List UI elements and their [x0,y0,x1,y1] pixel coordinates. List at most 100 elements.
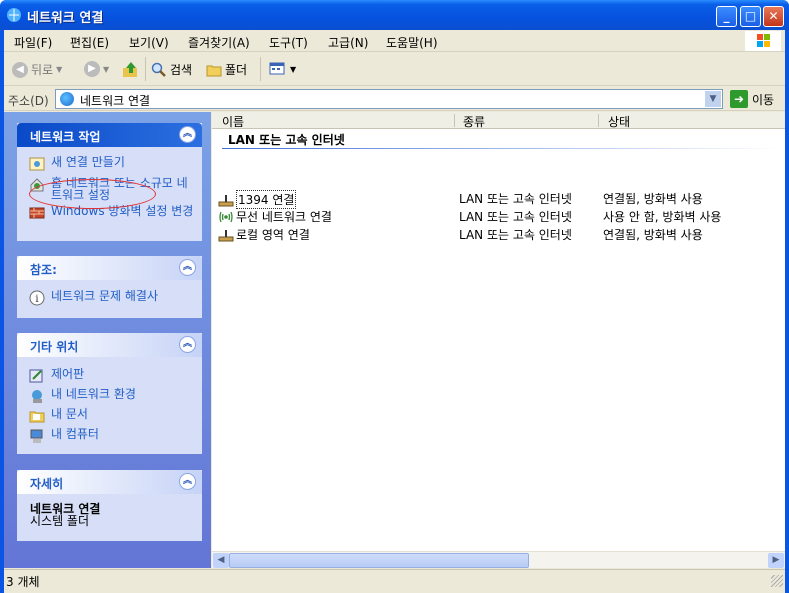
menu-file[interactable]: 파일(F) [14,34,52,51]
task-home-network-setup[interactable]: 홈 네트워크 또는 소규모 네트워크 설정 [29,177,196,201]
forward-button[interactable]: ▶ ▼ [84,61,109,77]
details-panel: 자세히 ︽ 네트워크 연결 시스템 폴더 [17,470,202,541]
task-label: 네트워크 문제 해결사 [51,289,158,303]
task-label: 내 컴퓨터 [51,427,99,441]
chevron-down-icon: ▼ [56,65,63,74]
address-input[interactable]: 네트워크 연결 ▼ [55,89,723,109]
connection-status: 연결됨, 방화벽 사용 [603,228,703,242]
task-label: 홈 네트워크 또는 소규모 네트워크 설정 [51,176,188,202]
other-places-panel: 기타 위치 ︽ 제어판 내 네트워크 환경 내 문서 내 컴퓨터 [17,333,202,454]
address-dropdown-button[interactable]: ▼ [705,91,721,107]
network-connections-icon [7,8,21,22]
forward-arrow-icon: ▶ [84,61,100,77]
resize-grip-icon[interactable] [771,575,783,587]
see-also-panel: 참조: ︽ i 네트워크 문제 해결사 [17,256,202,318]
home-network-icon [30,178,44,192]
go-label: 이동 [752,92,775,107]
menu-tools[interactable]: 도구(T) [269,34,308,51]
collapse-icon[interactable]: ︽ [179,126,196,143]
lan-connection-icon [218,194,234,206]
network-tasks-panel: 네트워크 작업 ︽ 새 연결 만들기 홈 네트워크 또는 소규모 네트워크 설정… [17,123,202,241]
network-globe-icon [60,92,74,106]
details-title: 자세히 [30,477,64,491]
task-label: 내 네트워크 환경 [51,387,136,401]
status-text: 3 개체 [6,575,40,589]
task-pane: 네트워크 작업 ︽ 새 연결 만들기 홈 네트워크 또는 소규모 네트워크 설정… [4,112,211,568]
minimize-button[interactable]: _ [716,6,737,27]
task-network-troubleshooter[interactable]: i 네트워크 문제 해결사 [29,290,196,306]
title-bar[interactable]: 네트워크 연결 _ □ ✕ [0,0,789,30]
column-divider[interactable] [598,114,599,127]
column-type[interactable]: 종류 [463,113,485,130]
menu-help[interactable]: 도움말(H) [386,34,438,51]
place-my-documents[interactable]: 내 문서 [29,408,196,424]
toolbar: ◀ 뒤로 ▼ ▶ ▼ 검색 폴더 ▼ [4,53,785,86]
views-button[interactable]: ▼ [269,61,296,77]
connection-name: 로컬 영역 연결 [236,228,310,242]
place-my-computer[interactable]: 내 컴퓨터 [29,428,196,444]
toolbar-separator [260,57,261,81]
task-firewall-settings[interactable]: Windows 방화벽 설정 변경 [29,205,196,221]
scroll-right-arrow-icon[interactable]: ▶ [768,553,784,568]
table-row[interactable]: 무선 네트워크 연결 LAN 또는 고속 인터넷 사용 안 함, 방화벽 사용 [212,207,785,225]
menu-advanced[interactable]: 고급(N) [328,34,368,51]
wireless-connection-icon [219,211,233,222]
explorer-window: 네트워크 연결 _ □ ✕ 파일(F) 편집(E) 보기(V) 즐겨찾기(A) … [0,0,789,593]
control-panel-icon [29,369,43,383]
details-header[interactable]: 자세히 ︽ [17,470,202,494]
folders-label: 폴더 [225,63,248,77]
firewall-icon [29,207,45,219]
collapse-icon[interactable]: ︽ [179,336,196,353]
svg-text:i: i [35,294,38,305]
menu-bar: 파일(F) 편집(E) 보기(V) 즐겨찾기(A) 도구(T) 고급(N) 도움… [4,30,785,52]
go-button[interactable]: ➜ 이동 [730,90,774,108]
go-arrow-icon: ➜ [730,90,748,108]
new-connection-icon [29,157,45,171]
other-places-header[interactable]: 기타 위치 ︽ [17,333,202,357]
network-tasks-header[interactable]: 네트워크 작업 ︽ [17,123,202,147]
place-control-panel[interactable]: 제어판 [29,368,196,384]
views-icon [269,62,285,75]
scrollbar-thumb[interactable] [229,553,529,568]
task-label: Windows 방화벽 설정 변경 [51,204,194,218]
menu-favorites[interactable]: 즐겨찾기(A) [188,34,250,51]
task-label: 제어판 [51,367,85,381]
column-status[interactable]: 상태 [608,113,630,130]
my-computer-icon [30,429,43,443]
column-name[interactable]: 이름 [222,113,244,130]
details-type: 시스템 폴더 [30,514,90,528]
up-folder-button[interactable] [122,61,140,79]
lan-connection-icon [218,229,234,241]
connection-status: 사용 안 함, 방화벽 사용 [603,210,722,224]
column-divider[interactable] [454,114,455,127]
window-title: 네트워크 연결 [27,11,104,26]
horizontal-scrollbar[interactable]: ◀ ▶ [212,551,785,568]
windows-logo-icon [745,31,781,51]
task-label: 새 연결 만들기 [51,155,125,169]
maximize-button[interactable]: □ [740,6,761,27]
collapse-icon[interactable]: ︽ [179,259,196,276]
folders-button[interactable]: 폴더 [206,61,247,78]
menu-view[interactable]: 보기(V) [129,34,169,51]
back-button[interactable]: ◀ 뒤로 ▼ [12,61,62,78]
connection-name-cell: 무선 네트워크 연결 [218,208,332,225]
connection-type: LAN 또는 고속 인터넷 [459,210,572,224]
window-client: 파일(F) 편집(E) 보기(V) 즐겨찾기(A) 도구(T) 고급(N) 도움… [4,30,785,593]
search-button[interactable]: 검색 [151,61,192,78]
connection-name-cell: 로컬 영역 연결 [218,226,310,243]
connection-type: LAN 또는 고속 인터넷 [459,192,572,206]
group-header: LAN 또는 고속 인터넷 [228,133,345,147]
task-new-connection[interactable]: 새 연결 만들기 [29,156,196,172]
search-label: 검색 [170,63,193,77]
collapse-icon[interactable]: ︽ [179,473,196,490]
close-button[interactable]: ✕ [763,6,784,27]
connection-name: 무선 네트워크 연결 [236,210,332,224]
see-also-header[interactable]: 참조: ︽ [17,256,202,280]
scroll-left-arrow-icon[interactable]: ◀ [213,553,229,568]
table-row[interactable]: 로컬 영역 연결 LAN 또는 고속 인터넷 연결됨, 방화벽 사용 [212,225,785,243]
table-row[interactable]: 1394 연결 LAN 또는 고속 인터넷 연결됨, 방화벽 사용 [212,189,785,209]
group-divider [222,148,782,149]
place-my-network-places[interactable]: 내 네트워크 환경 [29,388,196,404]
chevron-down-icon: ▼ [103,64,110,74]
menu-edit[interactable]: 편집(E) [70,34,109,51]
